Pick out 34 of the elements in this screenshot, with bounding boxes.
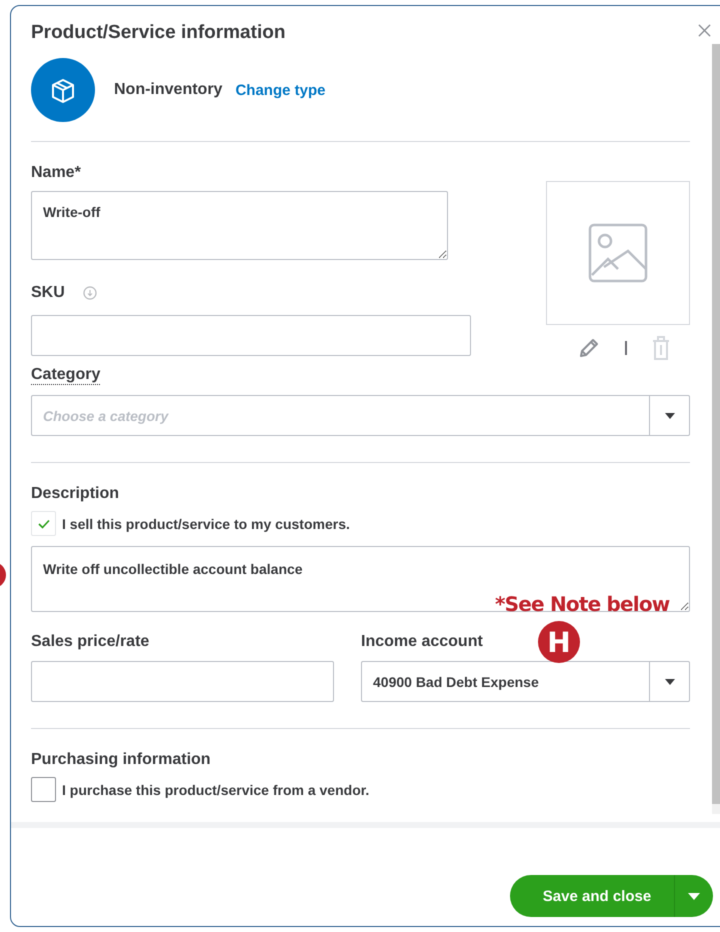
- field-label: Category: [31, 366, 100, 385]
- sku-field[interactable]: [31, 315, 471, 356]
- dropdown-button[interactable]: [649, 395, 690, 436]
- checkbox-label: I sell this product/service to my customers.: [62, 516, 350, 532]
- section-heading: Purchasing information: [31, 751, 212, 769]
- box-icon: [31, 58, 95, 122]
- pencil-icon[interactable]: [577, 336, 601, 360]
- checkmark-icon: [38, 518, 50, 528]
- scrollbar[interactable]: [712, 44, 720, 814]
- income-account-field[interactable]: 40900 Bad Debt Expense: [361, 661, 649, 702]
- field-label: SKU: [31, 284, 65, 302]
- category-field[interactable]: Choose a category: [31, 395, 649, 436]
- sales-price-field[interactable]: [31, 661, 334, 702]
- dialog-title: Product/Service information: [31, 22, 286, 44]
- change-type-link[interactable]: Change type: [235, 82, 326, 98]
- item-type-label: Non-inventory: [114, 81, 222, 99]
- section-heading: Description: [31, 485, 120, 503]
- sell-checkbox[interactable]: [31, 511, 56, 536]
- checkbox-label: I purchase this product/service from a vendor.: [62, 782, 370, 798]
- image-icon: [588, 223, 648, 283]
- purchase-checkbox[interactable]: [31, 777, 56, 802]
- field-label: Income account: [361, 633, 483, 651]
- name-field[interactable]: Write-off: [31, 191, 448, 260]
- info-icon[interactable]: [82, 286, 97, 300]
- trash-icon[interactable]: [651, 335, 671, 361]
- annotation-marker: H: [538, 621, 580, 663]
- caret-icon[interactable]: [688, 892, 700, 900]
- dropdown-button[interactable]: [649, 661, 690, 702]
- close-icon[interactable]: [698, 24, 711, 37]
- field-label: Name*: [31, 164, 82, 182]
- caret-icon: [664, 412, 674, 418]
- field-label: Sales price/rate: [31, 633, 150, 651]
- caret-icon: [664, 678, 674, 684]
- image-placeholder[interactable]: [546, 181, 690, 325]
